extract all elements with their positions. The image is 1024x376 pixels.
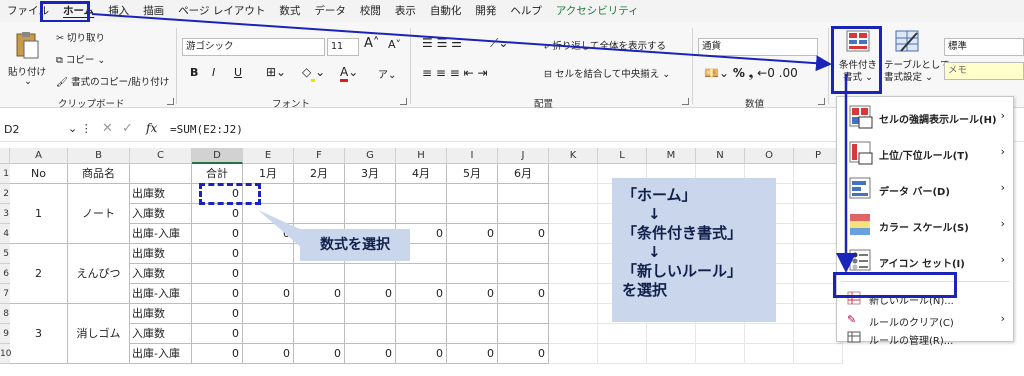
guide-arrows [91,13,856,273]
